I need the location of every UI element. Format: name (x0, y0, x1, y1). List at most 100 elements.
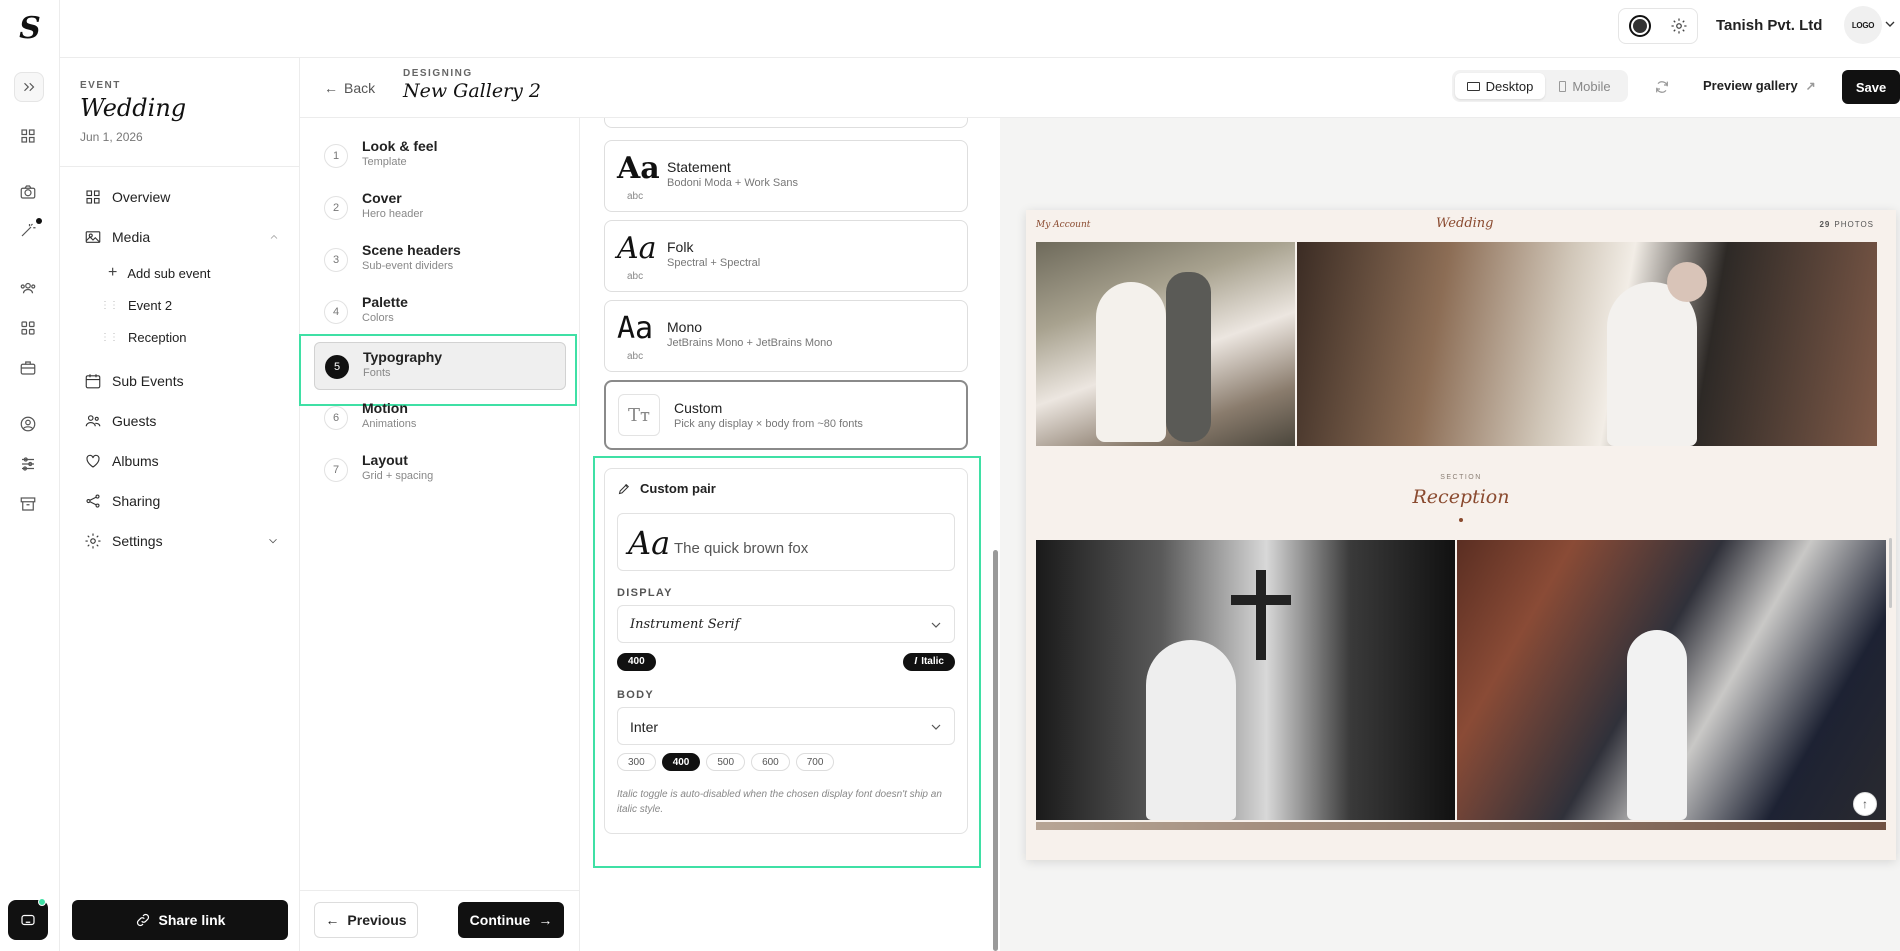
step-title: Scene headers (362, 242, 461, 258)
previous-label: Previous (347, 912, 407, 928)
preview-scrollbar[interactable] (1889, 538, 1892, 608)
font-option-statement[interactable]: Aa abc Statement Bodoni Moda + Work Sans (604, 140, 968, 212)
continue-button[interactable]: Continue → (458, 902, 564, 938)
gear-icon[interactable] (1670, 17, 1688, 35)
step-subtitle: Colors (362, 312, 394, 324)
display-font-select[interactable]: Instrument Serif (617, 605, 955, 643)
step-scene-headers[interactable]: 3 Scene headers Sub-event dividers (314, 236, 566, 284)
chat-support-button[interactable] (8, 898, 48, 940)
nav-guests-label: Guests (112, 413, 157, 429)
step-layout[interactable]: 7 Layout Grid + spacing (314, 446, 566, 494)
nav-media[interactable]: Media (84, 228, 280, 246)
preview-title: Wedding (1436, 216, 1494, 231)
nav-albums[interactable]: Albums (84, 452, 159, 470)
chevron-down-icon[interactable] (266, 534, 280, 548)
body-weight-group: 300 400 500 600 700 (617, 753, 835, 771)
step-title: Motion (362, 400, 408, 416)
custom-pair-header: Custom pair (617, 481, 716, 496)
add-sub-event-label: Add sub event (127, 265, 211, 281)
designer-header: ← Back DESIGNING New Gallery 2 (300, 58, 580, 118)
gallery-photo[interactable] (1457, 540, 1886, 820)
camera-icon[interactable] (16, 180, 40, 204)
body-weight-pill[interactable]: 500 (706, 753, 746, 771)
top-bar: Tanish Pvt. Ltd LOGO (60, 0, 1900, 58)
chevron-up-icon[interactable] (268, 231, 280, 243)
gallery-photo[interactable] (1036, 242, 1295, 446)
event-title: Wedding (80, 94, 187, 122)
gallery-photo[interactable] (1297, 242, 1877, 446)
preview-account-link[interactable]: My Account (1036, 220, 1090, 230)
magic-wand-icon[interactable] (16, 218, 42, 242)
archive-icon[interactable] (16, 492, 40, 516)
nav-settings[interactable]: Settings (84, 532, 280, 550)
step-cover[interactable]: 2 Cover Hero header (314, 184, 566, 232)
font-option-custom[interactable]: Tт Custom Pick any display × body from ~… (604, 380, 968, 450)
font-option-folk[interactable]: Aa abc Folk Spectral + Spectral (604, 220, 968, 292)
refresh-icon[interactable] (1654, 79, 1670, 95)
org-logo[interactable]: LOGO (1844, 6, 1882, 44)
nav-albums-label: Albums (112, 453, 159, 469)
share-link-label: Share link (158, 912, 226, 928)
nav-overview-label: Overview (112, 189, 171, 205)
step-number: 7 (324, 458, 348, 482)
font-option-desc: JetBrains Mono + JetBrains Mono (667, 337, 833, 349)
brand-logo[interactable]: S (14, 11, 46, 46)
font-sample-small: abc (627, 191, 644, 202)
body-weight-pill[interactable]: 300 (617, 753, 656, 771)
step-motion[interactable]: 6 Motion Animations (314, 394, 566, 442)
drag-handle-icon[interactable]: ⋮⋮ (100, 300, 119, 311)
share-link-button[interactable]: Share link (72, 900, 288, 940)
nav-guests[interactable]: Guests (84, 412, 156, 430)
font-preview-box: Aa The quick brown fox (617, 513, 955, 571)
arrow-left-icon: ← (324, 80, 338, 96)
previous-button[interactable]: ← Previous (314, 902, 418, 938)
phone-icon (1559, 80, 1567, 92)
font-card-partial[interactable] (604, 118, 968, 128)
arrow-up-icon: ↑ (1862, 797, 1868, 811)
display-weight-pill[interactable]: 400 (617, 652, 656, 671)
body-weight-pill[interactable]: 600 (751, 753, 790, 771)
nav-overview[interactable]: Overview (84, 188, 170, 206)
plus-icon: + (108, 264, 118, 281)
expand-sidebar-icon[interactable] (14, 72, 44, 102)
apps-icon[interactable] (16, 316, 40, 340)
preview-gallery-link[interactable]: Preview gallery ↗ (1703, 78, 1816, 93)
back-button[interactable]: ← Back (324, 80, 375, 96)
chevron-down-icon[interactable] (1882, 16, 1898, 32)
step-palette[interactable]: 4 Palette Colors (314, 288, 566, 336)
step-look-and-feel[interactable]: 1 Look & feel Template (314, 132, 566, 180)
mobile-tab[interactable]: Mobile (1545, 73, 1625, 99)
body-font-select[interactable]: Inter (617, 707, 955, 745)
theme-controls (1618, 8, 1698, 44)
user-circle-icon[interactable] (16, 412, 40, 436)
body-weight-pill[interactable]: 400 (661, 753, 701, 771)
nav-settings-label: Settings (112, 533, 163, 549)
add-sub-event-button[interactable]: + Add sub event (108, 264, 210, 282)
image-icon (85, 231, 101, 243)
briefcase-icon[interactable] (16, 356, 40, 380)
display-font-value: Instrument Serif (630, 617, 740, 632)
step-subtitle: Fonts (363, 367, 391, 379)
panel-scrollbar[interactable] (993, 550, 998, 951)
font-option-name: Mono (667, 319, 703, 335)
sliders-icon[interactable] (16, 452, 40, 476)
people-icon[interactable] (16, 276, 40, 300)
nav-sharing[interactable]: Sharing (84, 492, 160, 510)
theme-toggle-icon[interactable] (1628, 15, 1651, 37)
media-child-reception[interactable]: ⋮⋮ Reception (100, 330, 187, 345)
scroll-top-button[interactable]: ↑ (1853, 792, 1877, 816)
media-child-event-2[interactable]: ⋮⋮ Event 2 (100, 298, 172, 313)
drag-handle-icon[interactable]: ⋮⋮ (100, 332, 119, 343)
dashboard-icon[interactable] (16, 124, 40, 148)
event-sidebar: EVENT Wedding Jun 1, 2026 Overview Media… (60, 58, 300, 951)
save-button[interactable]: Save (1842, 70, 1900, 104)
step-typography[interactable]: 5 Typography Fonts (314, 342, 566, 390)
step-title: Layout (362, 452, 408, 468)
italic-toggle[interactable]: I Italic (903, 651, 955, 671)
font-option-mono[interactable]: Aa abc Mono JetBrains Mono + JetBrains M… (604, 300, 968, 372)
nav-sub-events[interactable]: Sub Events (84, 372, 184, 390)
desktop-tab[interactable]: Desktop (1455, 73, 1545, 99)
org-name[interactable]: Tanish Pvt. Ltd (1716, 17, 1822, 34)
body-weight-pill[interactable]: 700 (795, 753, 835, 771)
gallery-photo[interactable] (1036, 540, 1455, 820)
